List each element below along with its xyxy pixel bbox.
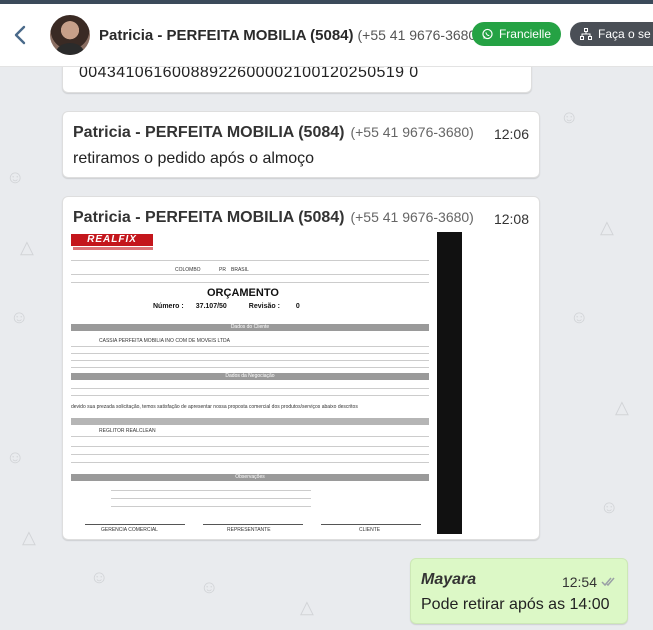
contact-info[interactable]: Patricia - PERFEITA MOBILIA (5084) (+55 …	[99, 27, 481, 44]
message-time: 12:06	[493, 126, 529, 142]
whatsapp-icon	[482, 28, 493, 40]
message-sender: Patricia - PERFEITA MOBILIA (5084)	[73, 209, 345, 226]
wallpaper-smiley-icon: ☺	[90, 567, 109, 587]
document-number: 37.107/50	[195, 303, 227, 310]
message-text: 00434106160088922600002100120250519 0	[79, 67, 419, 81]
document-sign-representative: REPRESENTANTE	[227, 527, 271, 533]
document-divider	[71, 367, 429, 368]
document-section-negotiation: Dados da Negociação	[71, 373, 429, 380]
document-divider	[71, 454, 429, 455]
message-bubble-outgoing[interactable]: Mayara 12:54 Pode retirar após as 14:00	[410, 558, 628, 624]
document-divider	[71, 282, 429, 283]
message-header: Mayara	[421, 571, 476, 589]
document-city: COLOMBO	[175, 267, 201, 273]
document-country: BRASIL	[231, 267, 249, 273]
message-bubble-incoming[interactable]: Patricia - PERFEITA MOBILIA (5084) (+55 …	[62, 196, 540, 540]
document-client-name: CASSIA PERFEITA MOBILIA INO COM DE MOVEI…	[99, 338, 230, 344]
document-divider	[111, 506, 311, 507]
document-intro: devido sua prezada solicitação, temos sa…	[71, 404, 358, 410]
message-time: 12:08	[493, 211, 529, 227]
document-signature-line	[203, 524, 303, 525]
document-revision-label: Revisão :	[248, 303, 280, 310]
document-logo: REALFIX	[71, 234, 153, 246]
action-button-label: Faça o se	[598, 27, 651, 41]
assigned-agent-label: Francielle	[498, 27, 551, 41]
contact-avatar[interactable]	[50, 15, 90, 55]
document-product: REGLITOR REALCLEAN	[99, 428, 156, 434]
document-section-client: Dados do Cliente	[71, 324, 429, 331]
message-bubble-incoming[interactable]: Patricia - PERFEITA MOBILIA (5084) (+55 …	[62, 111, 540, 178]
document-signature-line	[321, 524, 421, 525]
assigned-agent-button[interactable]: Francielle	[472, 22, 561, 46]
document-divider	[71, 260, 429, 261]
contact-name: Patricia - PERFEITA MOBILIA (5084)	[99, 26, 354, 44]
document-number-label: Número :	[153, 303, 184, 310]
contact-phone: (+55 41 9676-3680)	[357, 26, 481, 43]
wallpaper-smiley-icon: ☺	[570, 307, 589, 327]
document-revision: 0	[295, 303, 300, 310]
document-divider	[71, 395, 429, 396]
document-divider	[71, 446, 429, 447]
document-state: PR	[219, 267, 226, 273]
document-sign-client: CLIENTE	[359, 527, 381, 533]
wallpaper-triangle-icon: △	[22, 527, 36, 547]
back-button[interactable]	[0, 15, 40, 55]
document-divider	[71, 436, 429, 437]
action-button[interactable]: Faça o se	[570, 22, 653, 46]
document-divider	[71, 360, 429, 361]
wallpaper-smiley-icon: ☺	[560, 107, 579, 127]
document-signature-line	[85, 524, 185, 525]
document-number-line: Número : 37.107/50 Revisão : 0	[153, 303, 300, 310]
wallpaper-triangle-icon: △	[20, 237, 34, 257]
document-divider	[71, 388, 429, 389]
message-bubble-incoming[interactable]: 00434106160088922600002100120250519 0	[62, 67, 532, 93]
message-sender: Patricia - PERFEITA MOBILIA (5084)	[73, 124, 345, 141]
wallpaper-triangle-icon: △	[300, 597, 314, 617]
chevron-left-icon	[14, 25, 26, 45]
wallpaper-smiley-icon: ☺	[6, 167, 25, 187]
document-divider	[71, 346, 429, 347]
wallpaper-smiley-icon: ☺	[6, 447, 25, 467]
document-divider	[71, 462, 429, 463]
document-image[interactable]: REALFIX COLOMBO PR BRASIL ORÇAMENTO Núme…	[71, 232, 519, 534]
document-sign-commercial: GERENCIA COMERCIAL	[101, 527, 158, 533]
document-dark-strip	[437, 232, 462, 534]
message-sender-phone: (+55 41 9676-3680)	[350, 209, 474, 225]
wallpaper-smiley-icon: ☺	[600, 497, 619, 517]
message-time-wrap: 12:54	[562, 574, 617, 590]
double-check-icon	[601, 577, 615, 587]
sitemap-icon	[580, 28, 592, 40]
document-divider	[111, 498, 311, 499]
message-time: 12:54	[561, 574, 597, 590]
chat-messages[interactable]: ☺ ☺ △ ☺ △ ☺ △ ☺ △ ☺ ☺ △ ☺ 00434106160088…	[0, 67, 653, 630]
message-sender: Mayara	[421, 571, 477, 588]
document-divider	[71, 353, 429, 354]
document-divider	[111, 490, 311, 491]
message-sender-phone: (+55 41 9676-3680)	[350, 124, 474, 140]
document-logo-underline	[73, 247, 153, 250]
message-header: Patricia - PERFEITA MOBILIA (5084) (+55 …	[73, 209, 474, 227]
chat-header: Patricia - PERFEITA MOBILIA (5084) (+55 …	[0, 4, 653, 67]
wallpaper-triangle-icon: △	[600, 217, 614, 237]
message-text: Pode retirar após as 14:00	[421, 596, 610, 613]
document-product-table-header	[71, 418, 429, 425]
message-header: Patricia - PERFEITA MOBILIA (5084) (+55 …	[73, 124, 474, 142]
document-title: ORÇAMENTO	[207, 287, 279, 299]
wallpaper-smiley-icon: ☺	[10, 307, 29, 327]
wallpaper-triangle-icon: △	[615, 397, 629, 417]
document-section-obs: Observações	[71, 474, 429, 481]
message-text: retiramos o pedido após o almoço	[73, 150, 315, 167]
wallpaper-smiley-icon: ☺	[200, 577, 219, 597]
document-divider	[71, 274, 429, 275]
